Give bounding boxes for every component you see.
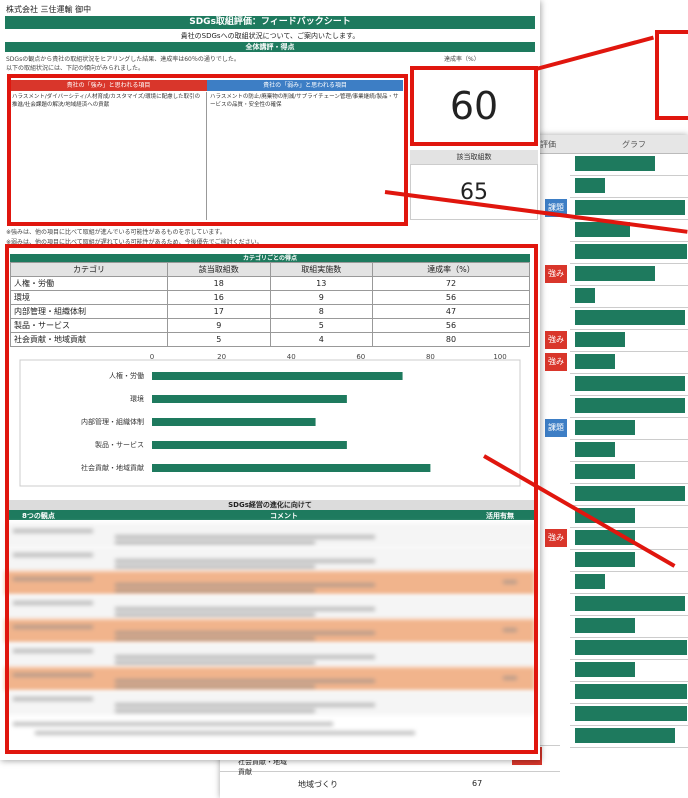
back-graph-bar: [575, 244, 687, 259]
strength-tag: 強み: [545, 265, 567, 283]
eval-column-header: 評価: [540, 140, 556, 149]
back-graph-bar: [575, 684, 687, 699]
back-graph-row: [570, 483, 688, 506]
category-highlight: [5, 244, 538, 754]
row-item-2: 地域づくり: [298, 780, 338, 789]
intro-text: 貴社のSDGsへの取組状況について、ご案内いたします。: [180, 32, 360, 40]
back-graph-bar: [575, 310, 685, 325]
back-graph-row: [570, 637, 688, 660]
callout-line-score: [524, 35, 654, 74]
back-graph-row: [570, 593, 688, 616]
back-graph-row: [570, 263, 688, 286]
back-graph-row: [570, 307, 688, 330]
achievement-label: 達成率（%）: [444, 56, 480, 63]
back-graph-bar: [575, 706, 687, 721]
back-graph-bar: [575, 618, 635, 633]
back-graph-bar: [575, 728, 675, 743]
back-graph-bar: [575, 266, 655, 281]
back-graph-bar: [575, 486, 685, 501]
back-graph-bar: [575, 288, 595, 303]
back-graph-bar: [575, 552, 635, 567]
back-graph-row: [570, 703, 688, 726]
overall-header: 全体講評・得点: [5, 42, 535, 52]
back-graph-bar: [575, 398, 685, 413]
graph-column-header: グラフ: [622, 140, 646, 149]
back-graph-row: [570, 329, 688, 352]
back-graph-row: [570, 285, 688, 308]
back-graph-row: [570, 461, 688, 484]
score-callout: 60: [410, 66, 538, 146]
overall-text-2: 以下の取組状況には、下記の傾向がみられました。: [6, 65, 145, 72]
row-value-2: 67: [472, 779, 483, 788]
back-graph-row: [570, 659, 688, 682]
back-graph-bar: [575, 178, 605, 193]
applicable-label: 該当取組数: [410, 150, 538, 164]
strength-weakness-highlight: [7, 74, 408, 226]
back-graph-row: [570, 681, 688, 704]
category-cell: 社会貢献・地域貢献: [238, 758, 287, 776]
sheet-title: SDGs取組評価：フィードバックシート: [5, 16, 535, 29]
note-1: ※強みは、他の項目に比べて取組が進んでいる可能性があるものを示しています。: [6, 229, 226, 236]
back-graph-row: [570, 417, 688, 440]
back-graph-bar: [575, 442, 615, 457]
overall-text-1: SDGsの観点から貴社の取組状況をヒアリングした結果、達成率は60％の通りでした…: [6, 56, 240, 63]
back-graph-row: [570, 373, 688, 396]
back-graph-row: [570, 395, 688, 418]
back-graph-bar: [575, 662, 635, 677]
back-graph-bar: [575, 332, 625, 347]
back-graph-row: [570, 153, 688, 176]
back-graph-bar: [575, 596, 685, 611]
recipient: 株式会社 三住運輸 御中: [6, 5, 92, 14]
back-graph-bar: [575, 464, 635, 479]
back-graph-bar: [575, 640, 687, 655]
back-graph-row: [570, 615, 688, 638]
back-graph-row: [570, 571, 688, 594]
back-graph-bar: [575, 376, 685, 391]
back-graph-bar: [575, 574, 605, 589]
back-graph-bar: [575, 156, 655, 171]
back-graph-row: [570, 241, 688, 264]
back-graph-bar: [575, 354, 615, 369]
back-graph-row: [570, 175, 688, 198]
weakness-tag: 課題: [545, 419, 567, 437]
back-graph-row: [570, 351, 688, 374]
back-graph-bar: [575, 420, 635, 435]
strength-tag: 強み: [545, 529, 567, 547]
back-graph-row: [570, 439, 688, 462]
strength-tag: 強み: [545, 353, 567, 371]
back-graph-bar: [575, 200, 685, 215]
strength-tag: 強み: [545, 331, 567, 349]
back-graph-row: [570, 725, 688, 748]
right-callout-box: [655, 30, 688, 120]
